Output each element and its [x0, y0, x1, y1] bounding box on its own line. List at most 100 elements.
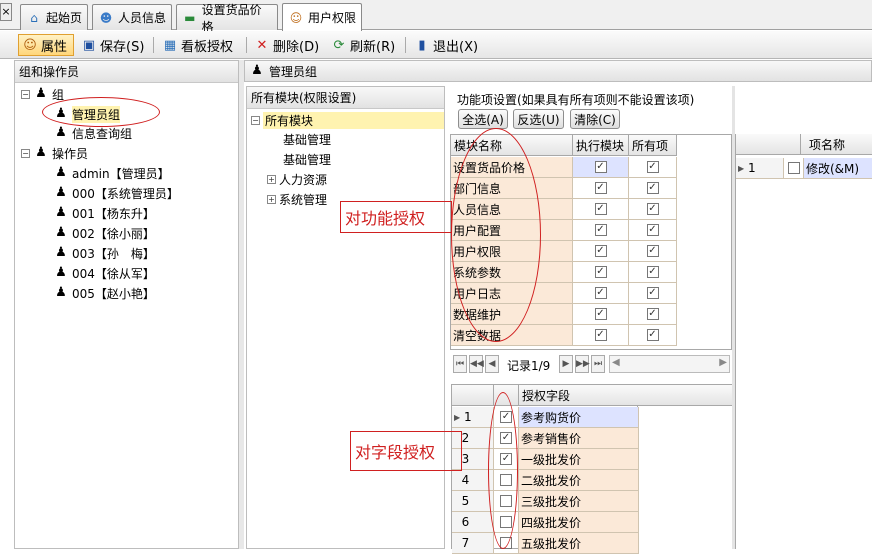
checkbox[interactable]: ✓	[594, 203, 607, 215]
checkbox[interactable]: ✓	[646, 329, 659, 341]
module-item[interactable]: 基础管理	[283, 130, 331, 148]
all-items-checkbox-cell[interactable]: ✓	[629, 283, 677, 304]
tab-personnel[interactable]: ☻ 人员信息	[92, 4, 172, 30]
checkbox[interactable]: ✓	[594, 161, 607, 173]
checkbox[interactable]: ✓	[594, 287, 607, 299]
all-items-checkbox-cell[interactable]: ✓	[629, 325, 677, 346]
checkbox[interactable]: ✓	[646, 182, 659, 194]
refresh-button[interactable]: ⟳ 刷新(R)	[328, 34, 400, 56]
execute-checkbox-cell[interactable]: ✓	[573, 157, 629, 178]
select-all-button[interactable]: 全选(A)	[458, 109, 508, 129]
user-icon: ♟	[55, 185, 67, 200]
user-icon: ♟	[55, 125, 67, 140]
tree-operator[interactable]: ♟ 002【徐小丽】	[53, 224, 155, 242]
horizontal-scrollbar[interactable]: ◀ ▶	[609, 355, 730, 373]
row-header[interactable]: 5	[452, 491, 494, 512]
board-auth-button[interactable]: ▦ 看板授权	[159, 34, 241, 56]
checkbox[interactable]: ✓	[594, 224, 607, 236]
all-items-checkbox-cell[interactable]: ✓	[629, 220, 677, 241]
all-items-checkbox-cell[interactable]: ✓	[629, 178, 677, 199]
checkbox[interactable]: ✓	[594, 329, 607, 341]
execute-checkbox-cell[interactable]: ✓	[573, 199, 629, 220]
all-items-checkbox-cell[interactable]: ✓	[629, 262, 677, 283]
execute-checkbox-cell[interactable]: ✓	[573, 325, 629, 346]
users-icon: ☺	[289, 10, 303, 25]
checkbox[interactable]: ✓	[646, 287, 659, 299]
execute-checkbox-cell[interactable]: ✓	[573, 283, 629, 304]
delete-button[interactable]: ✕ 删除(D)	[251, 34, 325, 56]
tree-operator[interactable]: ♟ 000【系统管理员】	[53, 184, 179, 202]
collapse-icon[interactable]: −	[21, 89, 30, 99]
scroll-left-icon[interactable]: ◀	[612, 357, 620, 368]
first-record-icon[interactable]: ⏮	[453, 355, 467, 373]
save-icon: ▣	[82, 37, 96, 53]
all-items-checkbox-cell[interactable]: ✓	[629, 199, 677, 220]
tree-operator[interactable]: ♟ 003【孙 梅】	[53, 244, 155, 262]
execute-checkbox-cell[interactable]: ✓	[573, 178, 629, 199]
all-items-checkbox-cell[interactable]: ✓	[629, 157, 677, 178]
item-checkbox-cell[interactable]	[784, 158, 804, 179]
column-header[interactable]: 所有项	[629, 135, 677, 156]
execute-checkbox-cell[interactable]: ✓	[573, 241, 629, 262]
checkbox[interactable]: ✓	[646, 203, 659, 215]
tab-bar: × ⌂ 起始页 ☻ 人员信息 ▬ 设置货品价格 ☺ 用户权限	[0, 0, 872, 34]
tab-user-permissions[interactable]: ☺ 用户权限	[282, 3, 362, 31]
tree-operator[interactable]: ♟ 001【杨东升】	[53, 204, 155, 222]
checkbox[interactable]: ✓	[646, 308, 659, 320]
module-item[interactable]: + 人力资源	[267, 170, 327, 188]
row-header[interactable]: ▶ 1	[452, 407, 494, 428]
column-header[interactable]: 执行模块	[573, 135, 629, 156]
checkbox[interactable]: ✓	[646, 161, 659, 173]
execute-checkbox-cell[interactable]: ✓	[573, 304, 629, 325]
module-item[interactable]: 基础管理	[283, 150, 331, 168]
item-name: 修改(&M)	[804, 158, 872, 179]
expand-icon[interactable]: +	[267, 174, 276, 184]
tree-operator-root[interactable]: − ♟ 操作员	[21, 144, 88, 162]
collapse-icon[interactable]: −	[21, 148, 30, 158]
module-root[interactable]: − 所有模块	[251, 111, 444, 129]
row-header[interactable]: 7	[452, 533, 494, 554]
clear-button[interactable]: 清除(C)	[570, 109, 620, 129]
all-items-checkbox-cell[interactable]: ✓	[629, 241, 677, 262]
save-button[interactable]: ▣ 保存(S)	[78, 34, 148, 56]
all-items-checkbox-cell[interactable]: ✓	[629, 304, 677, 325]
checkbox[interactable]: ✓	[646, 245, 659, 257]
properties-button[interactable]: ☺ 属性	[18, 34, 74, 56]
row-number: 1	[747, 161, 756, 175]
checkbox[interactable]: ✓	[646, 224, 659, 236]
tree-label: 基础管理	[283, 152, 332, 167]
checkbox[interactable]	[787, 162, 800, 174]
splitter[interactable]	[239, 60, 244, 549]
scroll-right-icon[interactable]: ▶	[719, 357, 727, 368]
checkbox[interactable]: ✓	[594, 245, 607, 257]
tab-set-price[interactable]: ▬ 设置货品价格	[176, 3, 278, 34]
column-header[interactable]: 项名称	[801, 134, 872, 155]
invert-button[interactable]: 反选(U)	[513, 109, 564, 129]
tree-operator[interactable]: ♟ 005【赵小艳】	[53, 284, 155, 302]
execute-checkbox-cell[interactable]: ✓	[573, 262, 629, 283]
prev-page-icon[interactable]: ◀◀	[469, 355, 484, 373]
row-header[interactable]: ▶ 1	[736, 158, 784, 179]
splitter[interactable]	[732, 86, 735, 549]
checkbox[interactable]: ✓	[646, 266, 659, 278]
exit-button[interactable]: ▮ 退出(X)	[411, 34, 483, 56]
row-header[interactable]: 6	[452, 512, 494, 533]
close-icon[interactable]: ×	[0, 3, 12, 21]
tab-start-page[interactable]: ⌂ 起始页	[20, 4, 88, 30]
last-record-icon[interactable]: ⏭	[591, 355, 605, 373]
expand-icon[interactable]: +	[267, 194, 276, 204]
tree-group-root[interactable]: − ♟ 组	[21, 85, 64, 103]
checkbox[interactable]: ✓	[594, 308, 607, 320]
next-page-icon[interactable]: ▶▶	[575, 355, 590, 373]
tree-operator[interactable]: ♟ 004【徐从军】	[53, 264, 155, 282]
prev-record-icon[interactable]: ◀	[485, 355, 499, 373]
checkbox[interactable]: ✓	[594, 266, 607, 278]
column-header[interactable]: 授权字段	[519, 385, 639, 406]
tree-operator[interactable]: ♟ admin【管理员】	[53, 164, 169, 182]
module-item[interactable]: + 系统管理	[267, 190, 327, 208]
row-number: 1	[463, 410, 472, 424]
checkbox[interactable]: ✓	[594, 182, 607, 194]
collapse-icon[interactable]: −	[251, 115, 260, 125]
next-record-icon[interactable]: ▶	[559, 355, 573, 373]
execute-checkbox-cell[interactable]: ✓	[573, 220, 629, 241]
